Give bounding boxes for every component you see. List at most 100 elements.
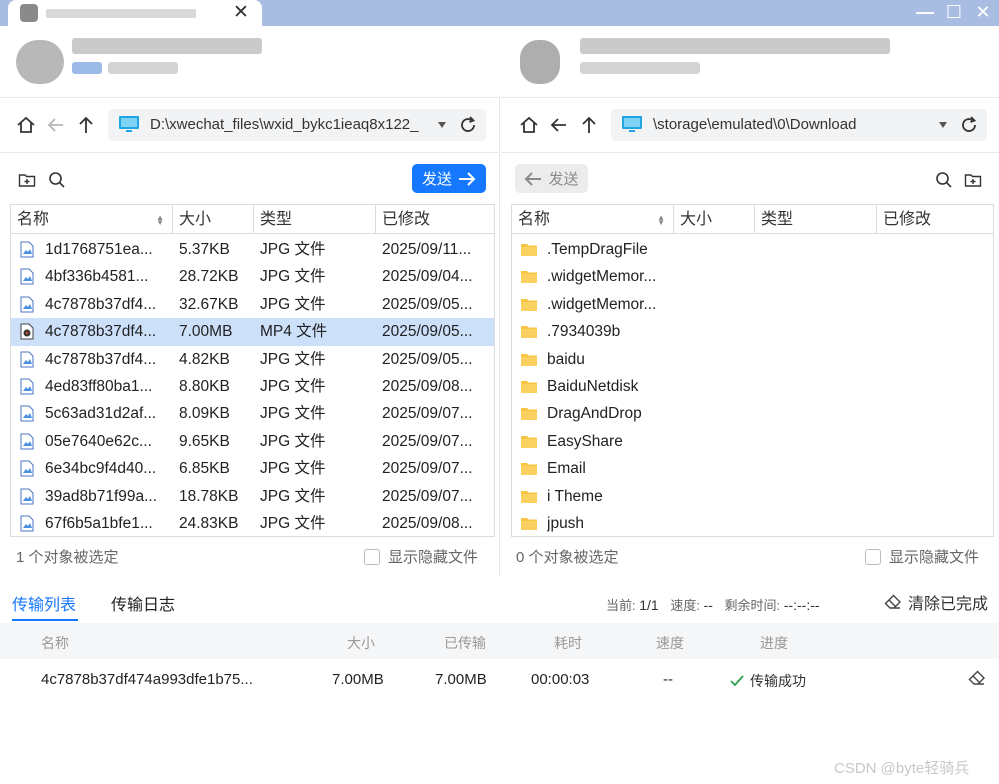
local-device-avatar	[16, 40, 64, 84]
search-icon[interactable]	[934, 170, 954, 190]
table-row[interactable]: 6e34bc9f4d40... 6.85KB JPG 文件 2025/09/07...	[11, 455, 494, 482]
back-arrow-icon[interactable]	[547, 113, 571, 137]
table-row[interactable]: BaiduNetdisk	[512, 373, 993, 400]
up-arrow-icon[interactable]	[577, 113, 601, 137]
path-dropdown-icon[interactable]	[438, 122, 446, 128]
table-row[interactable]: i Theme	[512, 483, 993, 510]
file-type: JPG 文件	[260, 432, 326, 450]
table-row[interactable]: .widgetMemor...	[512, 291, 993, 318]
tab-transfer-log[interactable]: 传输日志	[111, 591, 175, 615]
table-row[interactable]: 4c7878b37df4... 7.00MB MP4 文件 2025/09/05...	[11, 318, 494, 346]
column-header-name[interactable]: 名称 ▲ ▼	[11, 205, 173, 234]
table-row[interactable]: Email	[512, 455, 993, 482]
folder-name: i Theme	[547, 487, 603, 505]
left-show-hidden-label: 显示隐藏文件	[388, 549, 479, 566]
column-header-modified[interactable]: 已修改	[877, 205, 993, 234]
back-arrow-icon[interactable]	[44, 113, 68, 137]
table-row[interactable]: 4ed83ff80ba1... 8.80KB JPG 文件 2025/09/08...	[11, 373, 494, 400]
column-header-type[interactable]: 类型	[254, 205, 376, 234]
clear-completed-button[interactable]: 清除已完成	[884, 590, 988, 614]
watermark: CSDN @byte轻骑兵	[834, 760, 970, 777]
right-path-field[interactable]: \storage\emulated\0\Download	[611, 109, 987, 141]
file-name: 6e34bc9f4d40...	[45, 460, 157, 478]
table-header: 名称 ▲ ▼ 大小 类型 已修改	[11, 205, 494, 234]
image-file-icon	[20, 268, 34, 289]
transfer-speed: --	[663, 671, 673, 688]
table-row[interactable]: jpush	[512, 510, 993, 536]
image-file-icon	[20, 405, 34, 426]
file-modified: 2025/09/07...	[382, 460, 473, 478]
home-icon[interactable]	[517, 113, 541, 137]
home-icon[interactable]	[14, 113, 38, 137]
column-header-name[interactable]: 名称 ▲ ▼	[512, 205, 674, 234]
image-file-icon	[20, 433, 34, 454]
column-header-type[interactable]: 类型	[755, 205, 877, 234]
new-folder-icon[interactable]	[17, 170, 37, 190]
column-header-label: 名称	[518, 211, 551, 228]
send-to-phone-button[interactable]: 发送	[412, 164, 486, 193]
file-size: 8.80KB	[179, 378, 230, 395]
left-show-hidden-checkbox[interactable]	[364, 549, 380, 565]
speed-value: --	[703, 597, 713, 613]
file-size: 28.72KB	[179, 268, 239, 286]
table-row[interactable]: .TempDragFile	[512, 236, 993, 263]
folder-icon	[520, 379, 538, 398]
arrow-left-icon	[525, 171, 542, 186]
search-icon[interactable]	[47, 170, 67, 190]
transfer-header-transferred: 已传输	[444, 635, 486, 651]
left-path-text: D:\xwechat_files\wxid_bykc1ieaq8x122_	[150, 116, 419, 133]
tab-transfer-list[interactable]: 传输列表	[12, 591, 76, 615]
refresh-icon[interactable]	[456, 113, 480, 137]
table-row[interactable]: 4c7878b37df4... 32.67KB JPG 文件 2025/09/05..…	[11, 291, 494, 318]
current-label: 当前:	[606, 598, 636, 613]
folder-icon	[520, 297, 538, 316]
table-row[interactable]: 05e7640e62c... 9.65KB JPG 文件 2025/09/07...	[11, 428, 494, 455]
transfer-header-speed: 速度	[656, 635, 684, 651]
remove-transfer-eraser-icon[interactable]	[968, 670, 986, 690]
path-dropdown-icon[interactable]	[939, 122, 947, 128]
transfer-transferred: 7.00MB	[435, 671, 487, 688]
left-path-field[interactable]: D:\xwechat_files\wxid_bykc1ieaq8x122_	[108, 109, 486, 141]
new-folder-icon[interactable]	[963, 170, 983, 190]
transfer-header-size: 大小	[347, 635, 375, 651]
transfer-header-elapsed: 耗时	[554, 635, 582, 651]
left-toolbar: 发送	[0, 160, 498, 198]
table-row[interactable]: 39ad8b71f99a... 18.78KB JPG 文件 2025/09/07..…	[11, 483, 494, 510]
device-tab[interactable]: ✕	[8, 0, 262, 26]
file-size: 8.09KB	[179, 405, 230, 423]
table-row[interactable]: .widgetMemor...	[512, 263, 993, 290]
send-to-pc-button[interactable]: 发送	[515, 164, 588, 193]
table-row[interactable]: DragAndDrop	[512, 400, 993, 427]
file-name: 39ad8b71f99a...	[45, 487, 158, 505]
right-selection-status: 0 个对象被选定	[516, 549, 619, 566]
device-avatar	[20, 4, 38, 22]
column-header-size[interactable]: 大小	[674, 205, 755, 234]
column-header-size[interactable]: 大小	[173, 205, 254, 234]
refresh-icon[interactable]	[957, 113, 981, 137]
file-name: 4bf336b4581...	[45, 268, 149, 286]
transfer-header-name: 名称	[41, 635, 69, 651]
close-window-button[interactable]: ✕	[966, 0, 999, 24]
table-row[interactable]: EasyShare	[512, 428, 993, 455]
file-name: 05e7640e62c...	[45, 432, 152, 450]
table-row[interactable]: 4c7878b37df4... 4.82KB JPG 文件 2025/09/05...	[11, 346, 494, 373]
file-type: JPG 文件	[260, 487, 326, 505]
table-row[interactable]: .7934039b	[512, 318, 993, 345]
table-row[interactable]: 5c63ad31d2af... 8.09KB JPG 文件 2025/09/07...	[11, 400, 494, 427]
table-row[interactable]: 1d1768751ea... 5.37KB JPG 文件 2025/09/11...	[11, 236, 494, 263]
table-row[interactable]: 67f6b5a1bfe1... 24.83KB JPG 文件 2025/09/08..…	[11, 510, 494, 536]
table-row[interactable]: 4bf336b4581... 28.72KB JPG 文件 2025/09/04...	[11, 263, 494, 290]
file-modified: 2025/09/08...	[382, 515, 473, 532]
column-header-modified[interactable]: 已修改	[376, 205, 494, 234]
file-name: 4c7878b37df4...	[45, 350, 157, 368]
table-row[interactable]: baidu	[512, 346, 993, 373]
transfer-row[interactable]: 4c7878b37df474a993dfe1b75... 7.00MB 7.00…	[0, 662, 999, 698]
right-file-table: 名称 ▲ ▼ 大小 类型 已修改 .TempDragFile .widgetMemo…	[511, 204, 994, 537]
tab-close-icon[interactable]: ✕	[230, 2, 252, 24]
up-arrow-icon[interactable]	[74, 113, 98, 137]
file-size: 4.82KB	[179, 350, 230, 368]
file-name: 4ed83ff80ba1...	[45, 378, 153, 395]
folder-name: Email	[547, 460, 586, 478]
right-show-hidden-checkbox[interactable]	[865, 549, 881, 565]
file-type: JPG 文件	[260, 241, 326, 258]
